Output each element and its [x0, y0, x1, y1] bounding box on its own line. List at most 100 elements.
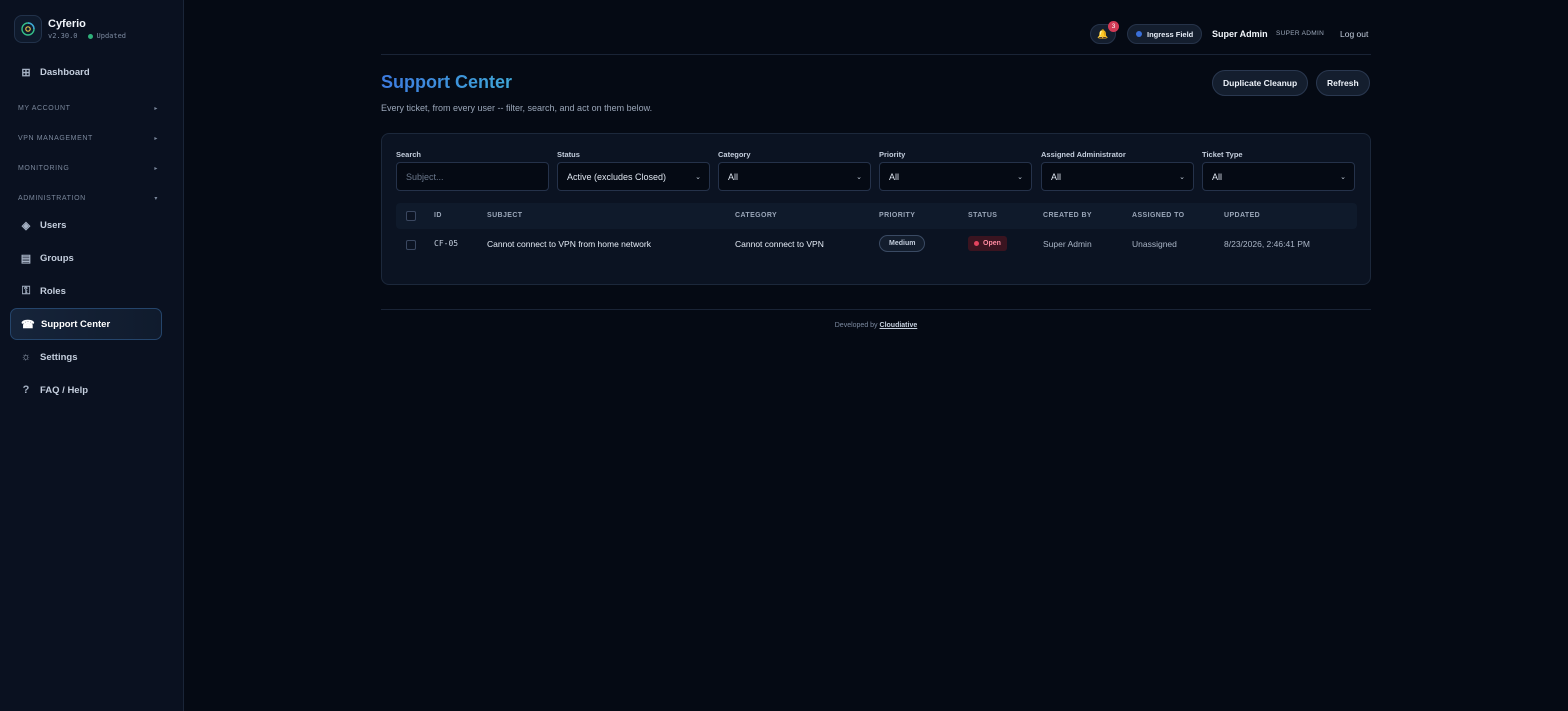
footer: Developed by Cloudiative	[381, 322, 1371, 329]
filter-admin: Assigned Administrator All ⌄	[1041, 150, 1194, 191]
sidebar-item-label: Users	[40, 219, 67, 231]
table-row[interactable]: CF-05 Cannot connect to VPN from home ne…	[396, 231, 1357, 259]
sidebar-item-users[interactable]: ◈ Users	[10, 209, 162, 241]
duplicate-cleanup-button[interactable]: Duplicate Cleanup	[1212, 70, 1309, 96]
sidebar-item-dashboard[interactable]: ⊞ Dashboard	[10, 56, 162, 88]
table-header: ID SUBJECT CATEGORY PRIORITY STATUS CREA…	[396, 203, 1357, 229]
sidebar-item-settings[interactable]: ☼ Settings	[10, 341, 162, 373]
sidebar-item-label: Support Center	[41, 318, 111, 330]
logout-link[interactable]: Log out	[1340, 29, 1368, 39]
filter-label: Assigned Administrator	[1041, 150, 1126, 159]
column-header[interactable]: CATEGORY	[735, 212, 777, 219]
select-value: All	[1051, 171, 1062, 182]
section-label: ADMINISTRATION	[18, 194, 86, 202]
filter-ticket-type: Ticket Type All ⌄	[1202, 150, 1355, 191]
select-value: All	[1212, 171, 1223, 182]
section-administration[interactable]: ADMINISTRATION ▾	[18, 191, 158, 205]
column-header[interactable]: ASSIGNED TO	[1132, 212, 1185, 219]
chevron-right-icon: ▸	[154, 105, 158, 112]
section-my-account[interactable]: MY ACCOUNT ▸	[18, 101, 158, 115]
diamond-icon: ◈	[21, 219, 31, 232]
sidebar-item-groups[interactable]: ▤ Groups	[10, 242, 162, 274]
admin-select[interactable]: All ⌄	[1041, 162, 1194, 191]
search-input[interactable]: Subject...	[396, 162, 549, 191]
priority-select[interactable]: All ⌄	[879, 162, 1032, 191]
filter-label: Search	[396, 150, 422, 159]
footer-link[interactable]: Cloudiative	[880, 322, 918, 329]
select-value: Active (excludes Closed)	[567, 171, 667, 182]
chevron-down-icon: ⌄	[856, 173, 862, 181]
column-header[interactable]: PRIORITY	[879, 212, 915, 219]
gear-icon: ☼	[20, 351, 32, 363]
tickets-panel: Search Subject... Status Active (exclude…	[381, 133, 1371, 285]
user-name: Super Admin	[1212, 29, 1268, 39]
refresh-button[interactable]: Refresh	[1316, 70, 1370, 96]
column-header[interactable]: ID	[434, 212, 442, 219]
status-badge: Open	[968, 236, 1007, 251]
status-select[interactable]: Active (excludes Closed) ⌄	[557, 162, 710, 191]
ticket-id: CF-05	[434, 239, 459, 248]
page-title: Support Center	[381, 72, 513, 92]
brand[interactable]: Cyferio v2.30.0 Updated	[14, 13, 126, 45]
select-value: All	[728, 171, 739, 182]
status-text: Open	[983, 240, 1001, 247]
app-name: Cyferio	[48, 18, 86, 30]
location-label: Ingress Field	[1147, 29, 1194, 39]
column-header[interactable]: CREATED BY	[1043, 212, 1092, 219]
status-dot-icon	[87, 33, 93, 39]
section-vpn-management[interactable]: VPN MANAGEMENT ▸	[18, 131, 158, 145]
sidebar-item-label: Roles	[40, 285, 66, 297]
list-icon: ▤	[20, 252, 32, 265]
ticket-subject[interactable]: Cannot connect to VPN from home network	[487, 239, 651, 249]
sidebar-item-support-center[interactable]: ☎ Support Center	[10, 308, 162, 340]
select-all-checkbox[interactable]	[406, 211, 416, 221]
app-version: v2.30.0	[48, 32, 78, 40]
filter-priority: Priority All ⌄	[879, 150, 1032, 191]
user-role: SUPER ADMIN	[1276, 30, 1325, 37]
location-chip[interactable]: Ingress Field	[1127, 24, 1203, 44]
column-header[interactable]: STATUS	[968, 212, 997, 219]
app-status: Updated	[96, 32, 127, 40]
header-divider	[381, 54, 1371, 55]
priority-badge: Medium	[879, 235, 926, 252]
filter-search: Search Subject...	[396, 150, 549, 191]
ticket-updated: 8/23/2026, 2:46:41 PM	[1224, 239, 1311, 249]
notification-badge: 3	[1108, 21, 1119, 32]
ticket-created-by: Super Admin	[1043, 239, 1092, 249]
phone-icon: ☎	[21, 318, 35, 331]
column-header[interactable]: UPDATED	[1224, 212, 1260, 219]
sidebar-item-label: Dashboard	[40, 66, 90, 78]
row-checkbox[interactable]	[406, 240, 416, 250]
logo-icon	[14, 15, 42, 43]
filter-label: Status	[557, 150, 580, 159]
category-select[interactable]: All ⌄	[718, 162, 871, 191]
ticket-category: Cannot connect to VPN	[735, 239, 824, 249]
question-icon: ?	[22, 384, 30, 396]
sidebar-item-label: Groups	[40, 252, 74, 264]
chevron-down-icon: ⌄	[695, 173, 701, 181]
bell-icon: 🔔	[1097, 28, 1109, 39]
filter-label: Ticket Type	[1202, 150, 1243, 159]
ticket-type-select[interactable]: All ⌄	[1202, 162, 1355, 191]
section-label: MONITORING	[18, 164, 70, 172]
column-header[interactable]: SUBJECT	[487, 212, 522, 219]
footer-divider	[381, 309, 1371, 310]
sidebar-item-faq[interactable]: ? FAQ / Help	[10, 374, 162, 406]
chevron-right-icon: ▸	[154, 165, 158, 172]
status-dot-icon	[974, 241, 979, 246]
sidebar-item-roles[interactable]: ⚿ Roles	[10, 275, 162, 307]
chevron-down-icon: ⌄	[1340, 173, 1346, 181]
location-dot-icon	[1136, 31, 1142, 37]
section-label: MY ACCOUNT	[18, 104, 71, 112]
sidebar-item-label: Settings	[40, 351, 78, 363]
sidebar-item-label: FAQ / Help	[40, 384, 89, 396]
key-icon: ⚿	[21, 284, 31, 297]
grid-icon: ⊞	[21, 66, 31, 79]
ticket-assigned-to: Unassigned	[1132, 239, 1177, 249]
filter-label: Priority	[879, 150, 906, 159]
select-value: All	[889, 171, 900, 182]
page-subtitle: Every ticket, from every user -- filter,…	[381, 103, 653, 113]
section-monitoring[interactable]: MONITORING ▸	[18, 161, 158, 175]
chevron-down-icon: ⌄	[1017, 173, 1023, 181]
section-label: VPN MANAGEMENT	[18, 134, 93, 142]
